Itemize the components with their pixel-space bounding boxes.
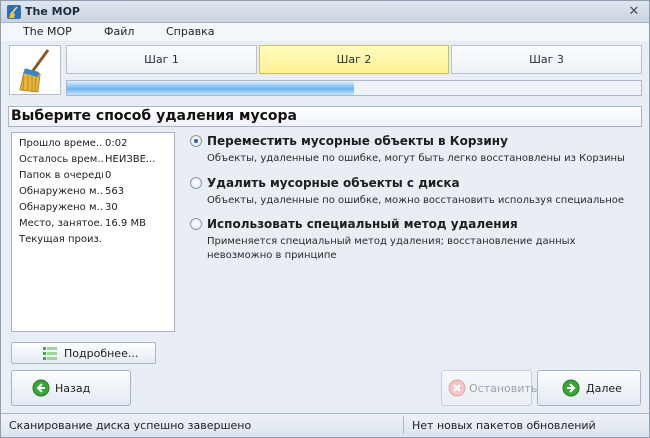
info-value: 0:02	[105, 138, 128, 149]
main-window: The MOP ✕ The MOP Файл Справка Шаг 1 Шаг…	[0, 0, 650, 438]
details-button-label: Подробнее...	[64, 347, 139, 360]
info-value: НЕИЗВЕ...	[105, 154, 156, 165]
status-message: Сканирование диска успешно завершено	[9, 419, 252, 432]
info-label: Текущая произ...	[19, 234, 103, 245]
option-description: Применяется специальный метод удаления; …	[207, 236, 576, 261]
info-label: Прошло време...	[19, 138, 103, 149]
option-title[interactable]: Использовать специальный метод удаления	[207, 217, 518, 231]
info-label: Место, занятое...	[19, 218, 103, 229]
arrow-right-icon	[562, 379, 580, 397]
update-status: Нет новых пакетов обновлений	[412, 419, 596, 432]
next-button-label: Далее	[586, 382, 622, 395]
radio-delete-from-disk[interactable]	[190, 177, 202, 189]
progress-fill	[67, 81, 354, 95]
status-divider	[403, 416, 404, 434]
step-2-tab[interactable]: Шаг 2	[259, 45, 449, 74]
menu-item-help[interactable]: Справка	[166, 25, 214, 38]
stop-button-label: Остановить	[469, 382, 538, 395]
option-move-to-recycle-bin[interactable]: Переместить мусорные объекты в Корзину О…	[190, 134, 640, 170]
info-row: Текущая произ...	[19, 234, 175, 248]
option-description: Объекты, удаленные по ошибке, можно восс…	[207, 195, 624, 206]
broom-logo-icon	[19, 49, 50, 93]
step-progress-bar	[66, 80, 642, 96]
info-label: Обнаружено м...	[19, 186, 103, 197]
info-row: Обнаружено м... 30	[19, 202, 175, 216]
info-value: 0	[105, 170, 112, 181]
broom-icon	[7, 5, 21, 19]
scan-info-panel: Прошло време... 0:02 Осталось врем... НЕ…	[11, 132, 175, 332]
info-row: Обнаружено м... 563	[19, 186, 175, 200]
option-title[interactable]: Переместить мусорные объекты в Корзину	[207, 134, 508, 148]
option-description: Объекты, удаленные по ошибке, могут быть…	[207, 153, 625, 164]
list-icon	[43, 347, 57, 360]
status-bar: Сканирование диска успешно завершено Нет…	[1, 413, 649, 437]
step-2-label: Шаг 2	[336, 53, 372, 66]
window-title: The MOP	[25, 5, 80, 18]
radio-move-to-recycle-bin[interactable]	[190, 135, 202, 147]
info-row: Осталось врем... НЕИЗВЕ...	[19, 154, 175, 168]
stop-button[interactable]: Остановить	[441, 370, 537, 406]
step-1-label: Шаг 1	[144, 53, 179, 66]
menu-item-app[interactable]: The MOP	[23, 25, 72, 38]
radio-special-deletion[interactable]	[190, 218, 202, 230]
option-special-deletion[interactable]: Использовать специальный метод удаления …	[190, 217, 640, 263]
title-bar[interactable]: The MOP ✕	[1, 1, 649, 23]
option-title[interactable]: Удалить мусорные объекты с диска	[207, 176, 460, 190]
back-button-label: Назад	[55, 382, 91, 395]
info-label: Обнаружено м...	[19, 202, 103, 213]
info-value: 30	[105, 202, 118, 213]
back-button[interactable]: Назад	[11, 370, 131, 406]
app-logo	[9, 45, 61, 95]
menu-item-file[interactable]: Файл	[104, 25, 134, 38]
info-value: 16.9 MB	[105, 218, 146, 229]
info-row: Прошло време... 0:02	[19, 138, 175, 152]
close-icon[interactable]: ✕	[626, 4, 642, 20]
menu-bar: The MOP Файл Справка	[1, 23, 649, 41]
option-delete-from-disk[interactable]: Удалить мусорные объекты с диска Объекты…	[190, 176, 640, 212]
stop-icon	[448, 379, 466, 397]
step-3-label: Шаг 3	[529, 53, 564, 66]
info-value: 563	[105, 186, 125, 197]
info-row: Место, занятое... 16.9 MB	[19, 218, 175, 232]
arrow-left-icon	[32, 379, 50, 397]
details-button[interactable]: Подробнее...	[11, 342, 156, 364]
section-title: Выберите способ удаления мусора	[8, 106, 642, 127]
info-label: Папок в очереди	[19, 170, 103, 181]
info-label: Осталось врем...	[19, 154, 103, 165]
next-button[interactable]: Далее	[537, 370, 641, 406]
step-1-tab[interactable]: Шаг 1	[66, 45, 257, 74]
step-3-tab[interactable]: Шаг 3	[451, 45, 642, 74]
info-row: Папок в очереди 0	[19, 170, 175, 184]
